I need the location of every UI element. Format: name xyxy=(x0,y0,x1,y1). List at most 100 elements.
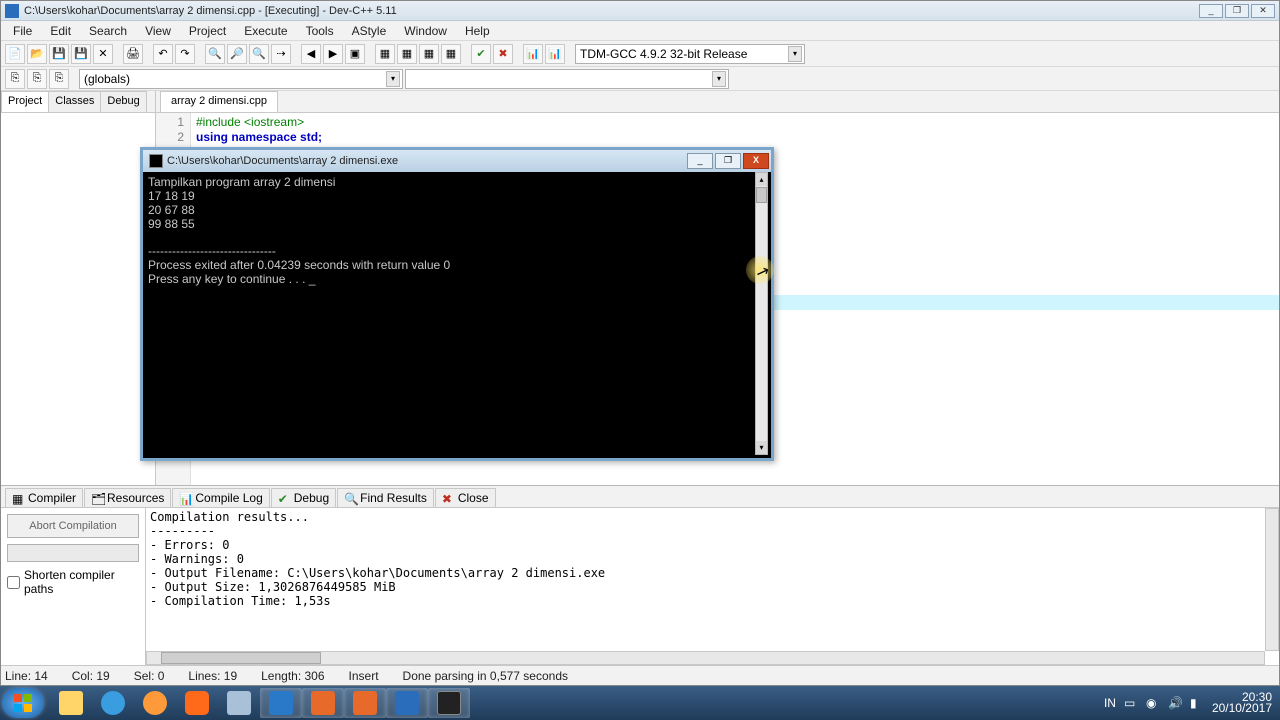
taskbar-explorer-icon[interactable] xyxy=(50,688,92,718)
status-length: Length: 306 xyxy=(261,669,324,683)
taskbar-app3-icon[interactable] xyxy=(344,688,386,718)
abort-button[interactable]: Abort Compilation xyxy=(7,514,139,538)
bookmark-icon[interactable]: ▣ xyxy=(345,44,365,64)
tab-classes[interactable]: Classes xyxy=(48,91,101,112)
replace-icon[interactable]: 🔎 xyxy=(227,44,247,64)
scroll-thumb[interactable] xyxy=(756,187,767,203)
menu-search[interactable]: Search xyxy=(81,22,135,40)
status-parse: Done parsing in 0,577 seconds xyxy=(403,669,568,683)
menu-tools[interactable]: Tools xyxy=(298,22,342,40)
menu-execute[interactable]: Execute xyxy=(236,22,295,40)
compiler-select[interactable]: TDM-GCC 4.9.2 32-bit Release ▾ xyxy=(575,44,805,64)
system-tray[interactable]: IN ▭ ◉ 🔊 ▮ 20:30 20/10/2017 xyxy=(1104,692,1278,714)
taskbar[interactable]: IN ▭ ◉ 🔊 ▮ 20:30 20/10/2017 xyxy=(0,686,1280,720)
scroll-down-icon[interactable]: ▾ xyxy=(756,441,767,454)
tray-clock[interactable]: 20:30 20/10/2017 xyxy=(1212,692,1272,714)
taskbar-app2-icon[interactable] xyxy=(302,688,344,718)
chevron-down-icon[interactable]: ▾ xyxy=(712,71,726,87)
gotoimpl-icon[interactable]: ⎘ xyxy=(49,69,69,89)
menu-project[interactable]: Project xyxy=(181,22,234,40)
gotodecl-icon[interactable]: ⎘ xyxy=(27,69,47,89)
chevron-down-icon[interactable]: ▾ xyxy=(788,46,802,62)
menu-view[interactable]: View xyxy=(137,22,179,40)
save-icon[interactable]: 💾 xyxy=(49,44,69,64)
maximize-button[interactable]: ❐ xyxy=(1225,4,1249,18)
tab-compiler[interactable]: ▦Compiler xyxy=(5,488,83,507)
toolbar-main: 📄 📂 💾 💾 ✕ 🖨 ↶ ↷ 🔍 🔎 🔍 ⇢ ◀ ▶ ▣ ▦ ▦ ▦ ▦ ✔ … xyxy=(1,41,1279,67)
battery-icon[interactable]: ▮ xyxy=(1190,696,1204,710)
tab-findresults[interactable]: 🔍Find Results xyxy=(337,488,434,507)
profile2-icon[interactable]: 📊 xyxy=(545,44,565,64)
globals-select-value: (globals) xyxy=(84,72,130,86)
compile-output[interactable]: Compilation results... --------- - Error… xyxy=(150,510,1265,651)
network-icon[interactable]: ◉ xyxy=(1146,696,1160,710)
taskbar-app1-icon[interactable] xyxy=(260,688,302,718)
editor-tab[interactable]: array 2 dimensi.cpp xyxy=(160,91,278,112)
flag-icon[interactable]: ▭ xyxy=(1124,696,1138,710)
print-icon[interactable]: 🖨 xyxy=(123,44,143,64)
toolbar-class: ⎘ ⎘ ⎘ (globals) ▾ ▾ xyxy=(1,67,1279,91)
console-window[interactable]: C:\Users\kohar\Documents\array 2 dimensi… xyxy=(140,147,774,461)
gotodef-icon[interactable]: ⎘ xyxy=(5,69,25,89)
line-number: 1 xyxy=(156,115,184,130)
minimize-button[interactable]: _ xyxy=(1199,4,1223,18)
taskbar-snip-icon[interactable] xyxy=(218,688,260,718)
chevron-down-icon[interactable]: ▾ xyxy=(386,71,400,87)
saveall-icon[interactable]: 💾 xyxy=(71,44,91,64)
redo-icon[interactable]: ↷ xyxy=(175,44,195,64)
console-close-button[interactable]: X xyxy=(743,153,769,169)
compile-icon[interactable]: ▦ xyxy=(375,44,395,64)
taskbar-wmp-icon[interactable] xyxy=(134,688,176,718)
start-button[interactable] xyxy=(2,688,44,718)
console-output[interactable]: Tampilkan program array 2 dimensi 17 18 … xyxy=(146,172,755,455)
forward-icon[interactable]: ▶ xyxy=(323,44,343,64)
close-button[interactable]: ✕ xyxy=(1251,4,1275,18)
statusbar: Line: 14 Col: 19 Sel: 0 Lines: 19 Length… xyxy=(1,665,1279,685)
rebuild-icon[interactable]: ▦ xyxy=(441,44,461,64)
taskbar-uc-icon[interactable] xyxy=(176,688,218,718)
open-icon[interactable]: 📂 xyxy=(27,44,47,64)
status-sel: Sel: 0 xyxy=(134,669,165,683)
gotoline-icon[interactable]: ⇢ xyxy=(271,44,291,64)
menu-astyle[interactable]: AStyle xyxy=(344,22,395,40)
new-icon[interactable]: 📄 xyxy=(5,44,25,64)
close-file-icon[interactable]: ✕ xyxy=(93,44,113,64)
tab-resources[interactable]: 🗂Resources xyxy=(84,488,171,507)
compilerun-icon[interactable]: ▦ xyxy=(419,44,439,64)
tray-lang[interactable]: IN xyxy=(1104,696,1116,710)
scroll-thumb[interactable] xyxy=(161,652,321,664)
stop-icon[interactable]: ✖ xyxy=(493,44,513,64)
tab-debug[interactable]: Debug xyxy=(100,91,146,112)
scroll-up-icon[interactable]: ▴ xyxy=(756,173,767,186)
console-maximize-button[interactable]: ❐ xyxy=(715,153,741,169)
console-vscrollbar[interactable]: ▴ ▾ xyxy=(755,172,768,455)
console-titlebar[interactable]: C:\Users\kohar\Documents\array 2 dimensi… xyxy=(143,150,771,172)
tab-debug-bottom[interactable]: ✔Debug xyxy=(271,488,336,507)
globals-select[interactable]: (globals) ▾ xyxy=(79,69,403,89)
debug-icon[interactable]: ✔ xyxy=(471,44,491,64)
members-select[interactable]: ▾ xyxy=(405,69,729,89)
code-text: #include <iostream> using namespace std; xyxy=(196,115,322,145)
vscrollbar[interactable] xyxy=(1265,508,1279,651)
profile-icon[interactable]: 📊 xyxy=(523,44,543,64)
hscrollbar[interactable] xyxy=(146,651,1265,665)
sound-icon[interactable]: 🔊 xyxy=(1168,696,1182,710)
tab-project[interactable]: Project xyxy=(1,91,49,112)
menu-help[interactable]: Help xyxy=(457,22,498,40)
taskbar-ie-icon[interactable] xyxy=(92,688,134,718)
find-icon[interactable]: 🔍 xyxy=(205,44,225,64)
tab-close[interactable]: ✖Close xyxy=(435,488,496,507)
menu-window[interactable]: Window xyxy=(396,22,455,40)
titlebar[interactable]: C:\Users\kohar\Documents\array 2 dimensi… xyxy=(1,1,1279,21)
run-icon[interactable]: ▦ xyxy=(397,44,417,64)
findfiles-icon[interactable]: 🔍 xyxy=(249,44,269,64)
taskbar-cmd-icon[interactable] xyxy=(428,688,470,718)
menu-file[interactable]: File xyxy=(5,22,40,40)
tab-compilelog[interactable]: 📊Compile Log xyxy=(172,488,269,507)
console-minimize-button[interactable]: _ xyxy=(687,153,713,169)
shorten-paths-checkbox[interactable]: Shorten compiler paths xyxy=(7,568,139,596)
undo-icon[interactable]: ↶ xyxy=(153,44,173,64)
menu-edit[interactable]: Edit xyxy=(42,22,79,40)
back-icon[interactable]: ◀ xyxy=(301,44,321,64)
taskbar-devcpp-icon[interactable] xyxy=(386,688,428,718)
